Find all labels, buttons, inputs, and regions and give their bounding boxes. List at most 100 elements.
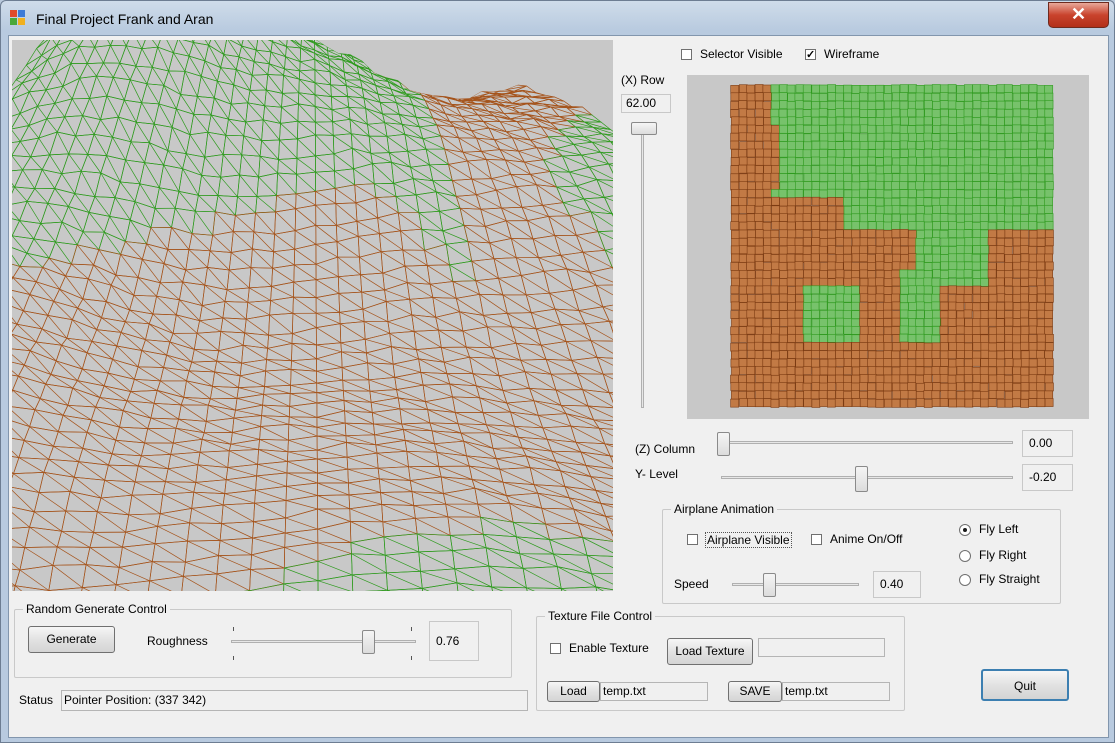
minimap-cell (867, 302, 877, 311)
minimap-cell (1020, 124, 1030, 134)
texture-path-field[interactable] (758, 638, 885, 657)
minimap-cell (956, 237, 966, 247)
minimap-cell (1044, 398, 1054, 407)
terrain-3d-viewport[interactable] (12, 40, 613, 591)
minimap-cell (1004, 317, 1014, 327)
minimap-cell (843, 124, 852, 134)
minimap-cell (956, 342, 965, 351)
minimap-cell (915, 165, 925, 175)
title-bar[interactable]: Final Project Frank and Aran ✕ (1, 1, 1114, 35)
minimap-cell (891, 164, 900, 174)
minimap-cell (1003, 173, 1013, 182)
minimap-cell (746, 270, 756, 279)
minimap-cell (883, 156, 893, 166)
column-slider-thumb[interactable] (717, 432, 730, 456)
minimap-cell (939, 301, 949, 311)
minimap-cell (980, 253, 990, 263)
load-file-field[interactable]: temp.txt (600, 682, 708, 701)
minimap-cell (1028, 318, 1038, 327)
minimap-cell (827, 84, 836, 93)
minimap-cell (980, 286, 989, 296)
minimap-cell (915, 358, 925, 367)
minimap-cell (947, 100, 957, 110)
minimap-cell (738, 333, 748, 343)
minimap-cell (931, 133, 941, 143)
wireframe-checkbox[interactable]: ✓ (805, 49, 816, 61)
quit-button[interactable]: Quit (981, 669, 1069, 701)
minimap-cell (859, 133, 868, 143)
column-slider-track[interactable] (721, 441, 1013, 444)
airplane-visible-checkbox[interactable] (687, 534, 698, 545)
minimap-cell (988, 173, 998, 183)
roughness-slider-track[interactable] (231, 640, 416, 643)
minimap-cell (746, 92, 756, 102)
minimap-cell (843, 173, 853, 182)
minimap-cell (803, 133, 813, 143)
minimap-cell (996, 358, 1005, 368)
generate-button[interactable]: Generate (28, 626, 115, 653)
row-slider-thumb[interactable] (631, 122, 657, 135)
minimap-cell (795, 358, 805, 368)
minimap-cell (835, 293, 845, 303)
save-button[interactable]: SAVE (728, 681, 782, 702)
minimap-cell (738, 309, 748, 319)
speed-slider-track[interactable] (732, 583, 859, 586)
enable-texture-checkbox[interactable] (550, 643, 561, 654)
minimap-cell (851, 245, 860, 255)
minimap-cell (835, 197, 844, 206)
minimap-cell (939, 197, 949, 206)
minimap-cell (810, 149, 820, 158)
minimap-cell (803, 157, 812, 167)
minimap-cell (875, 277, 885, 287)
minimap-cell (1012, 141, 1022, 150)
minimap-cell (875, 302, 885, 312)
minimap-cell (762, 349, 772, 359)
minimap-cell (1028, 253, 1038, 263)
minimap-cell (956, 180, 965, 190)
row-slider-track[interactable] (641, 128, 644, 408)
anime-checkbox[interactable] (811, 534, 822, 545)
minimap-cell (818, 301, 828, 311)
minimap-cell (916, 398, 925, 408)
minimap-cell (778, 398, 788, 407)
minimap-cell (940, 116, 950, 126)
selector-visible-checkbox[interactable] (681, 49, 692, 60)
minimap-cell (851, 181, 861, 191)
minimap-cell (827, 116, 836, 126)
minimap-cell (987, 253, 997, 263)
minimap-cell (754, 245, 764, 255)
load-button[interactable]: Load (547, 681, 600, 702)
fly-right-radio[interactable] (959, 550, 971, 562)
minimap-cell (1020, 108, 1030, 118)
minimap-cell (972, 164, 981, 174)
fly-straight-radio[interactable] (959, 574, 971, 586)
minimap-cell (923, 366, 933, 376)
minimap-cell (883, 205, 893, 215)
minimap-cell (851, 237, 861, 247)
minimap-cell (738, 213, 748, 223)
minimap-cell (1036, 165, 1046, 175)
save-file-field[interactable]: temp.txt (782, 682, 890, 701)
minimap-cell (899, 374, 909, 384)
terrain-minimap[interactable] (687, 75, 1089, 419)
close-button[interactable]: ✕ (1048, 2, 1109, 28)
fly-left-radio[interactable] (959, 524, 971, 536)
speed-slider-thumb[interactable] (763, 573, 776, 597)
minimap-cell (923, 262, 933, 271)
roughness-slider-thumb[interactable] (362, 630, 375, 654)
minimap-cell (811, 366, 821, 376)
minimap-cell (811, 237, 821, 246)
minimap-cell (1004, 116, 1013, 126)
minimap-cell (843, 164, 852, 174)
minimap-cell (1045, 293, 1054, 303)
minimap-cell (746, 229, 756, 239)
minimap-cell (1044, 173, 1054, 183)
minimap-cell (770, 172, 780, 182)
load-texture-button[interactable]: Load Texture (667, 638, 753, 665)
minimap-cell (1044, 326, 1053, 336)
minimap-cell (738, 92, 748, 101)
minimap-cell (1036, 253, 1046, 263)
minimap-cell (875, 92, 885, 102)
minimap-cell (851, 141, 861, 150)
ylevel-slider-thumb[interactable] (855, 466, 868, 492)
